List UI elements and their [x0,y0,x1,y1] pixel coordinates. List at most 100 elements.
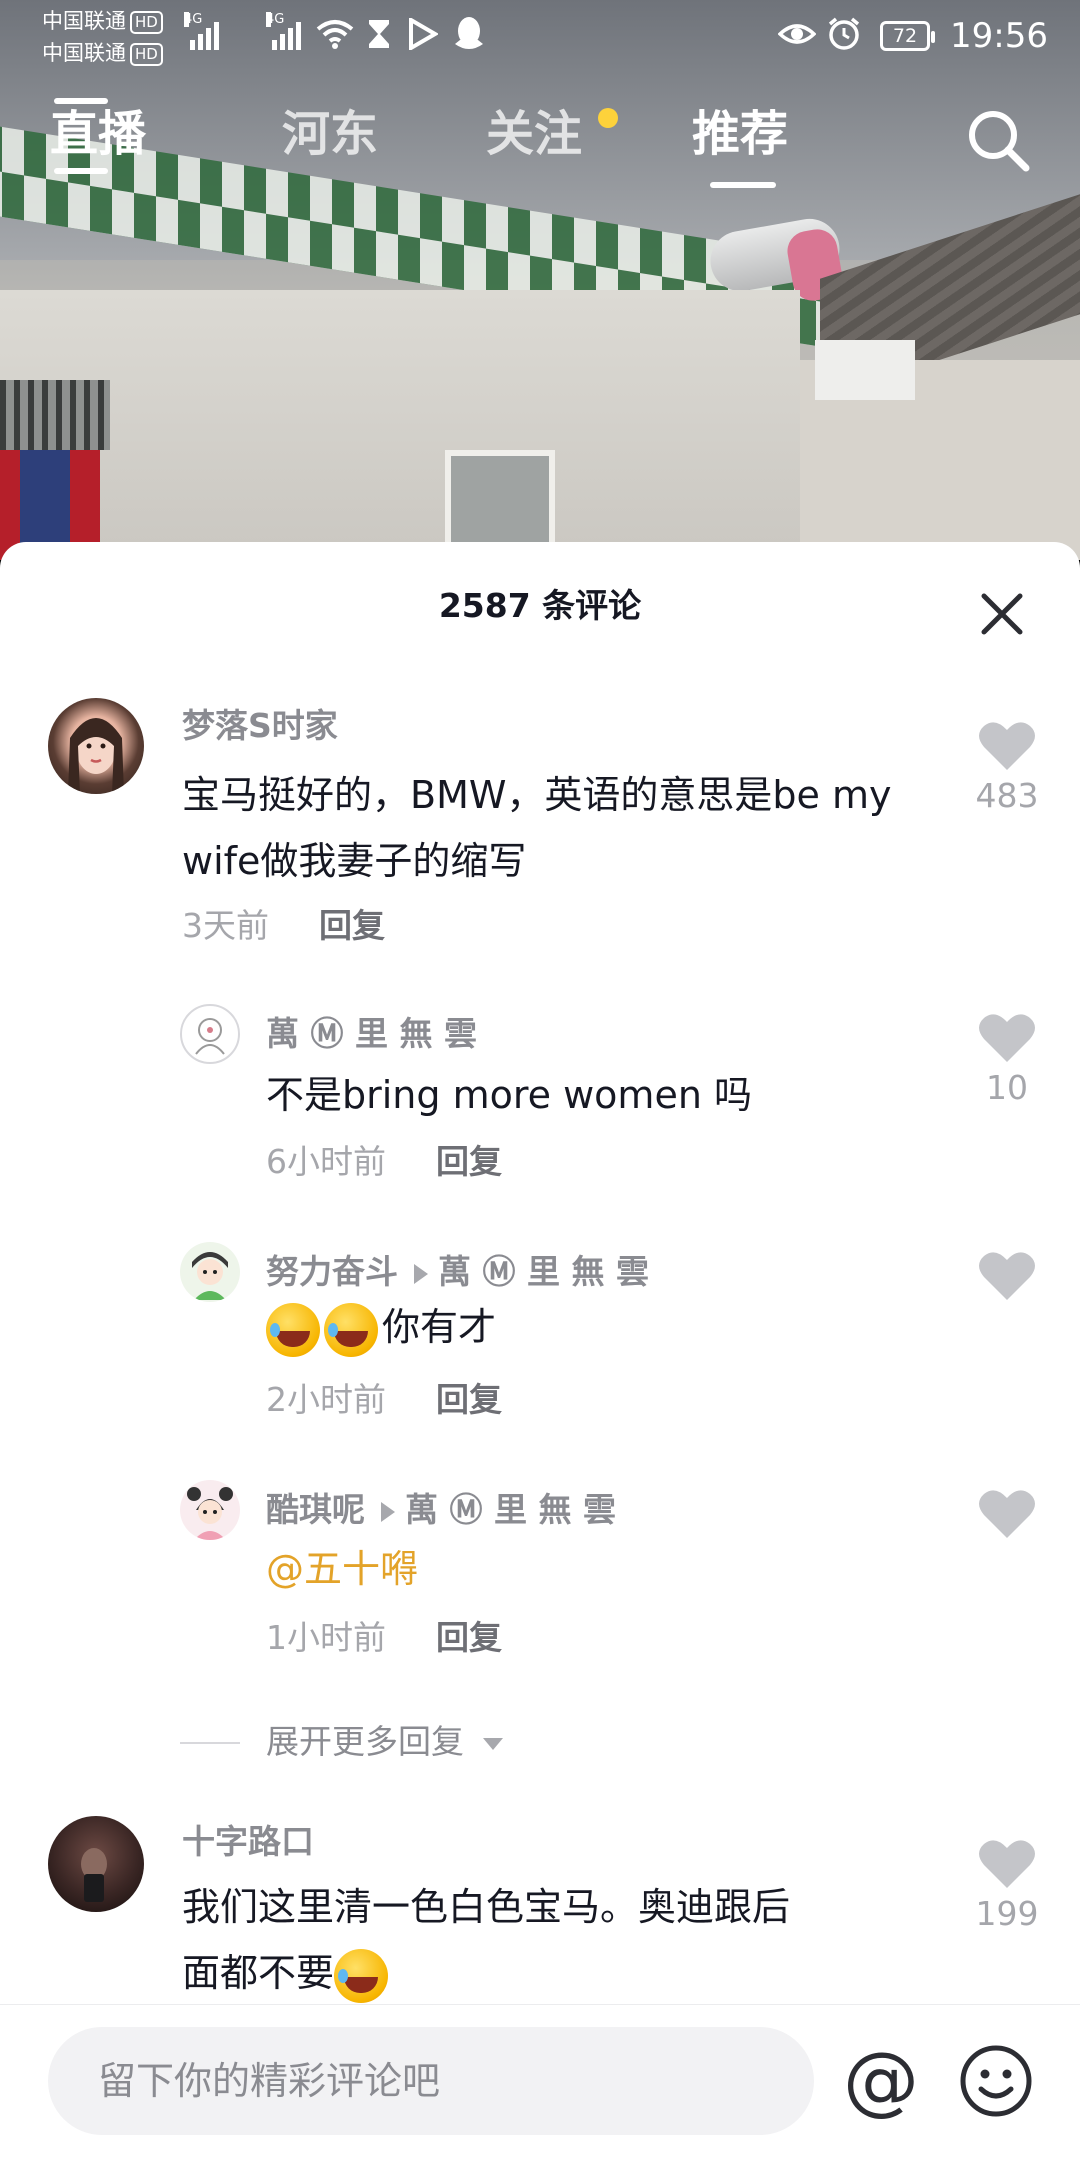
top-nav: 直播 河东 关注 推荐 [0,92,1080,202]
emoji-button[interactable] [956,2041,1036,2121]
expand-divider [180,1742,240,1744]
reply-username-line: 酷琪呢 萬 Ⓜ 里 無 雲 [266,1488,616,1532]
like-button[interactable] [962,1250,1052,1302]
tab-recommended[interactable]: 推荐 [692,102,788,166]
reply-username[interactable]: 努力奋斗 [266,1252,398,1291]
reply-text-line: 你有才 [266,1294,926,1360]
signal-icon-2: 4G [266,12,301,50]
status-bar: 中国联通 HD 中国联通 HD 4G 4G 72 19:56 [0,0,1080,72]
expand-more-replies[interactable]: 展开更多回复 [266,1720,505,1764]
heart-icon [979,1014,1035,1062]
avatar-portrait [68,718,124,794]
reply-text: 不是bring more women 吗 [266,1073,752,1117]
like-count: 483 [975,776,1039,815]
heart-icon [979,722,1035,770]
laugh-cry-emoji-icon [324,1302,378,1357]
video-window-left [0,380,110,450]
network-type-2: 4G [266,12,285,27]
avatar-cartoon-boy [192,1252,228,1300]
laugh-cry-emoji-icon [266,1302,320,1357]
reply-mention[interactable]: @五十嘚 [266,1536,926,1602]
wifi-icon [316,20,354,49]
like-count: 199 [975,1894,1039,1933]
reply-to-username[interactable]: 萬 Ⓜ 里 無 雲 [438,1252,649,1291]
hd-badge-2: HD [130,42,163,66]
avatar[interactable] [48,1816,144,1912]
heart-icon [979,1840,1035,1888]
reply-time: 1小时前 [266,1618,386,1657]
comment-text: 宝马挺好的，BMW，英语的意思是be my wife做我妻子的缩写 [182,773,892,883]
video-ac-unit [815,340,915,400]
search-button[interactable] [966,108,1030,172]
laugh-cry-emoji-icon [334,1948,389,2003]
carrier-2-label: 中国联通 [42,41,126,65]
comment-time: 3天前 [182,906,269,945]
video-window-mid [445,450,555,550]
comment-username[interactable]: 十字路口 [182,1820,314,1864]
comment-text-line-2: 面都不要 [182,1940,942,2006]
like-button[interactable]: 199 [962,1838,1052,1934]
avatar-cartoon-girl [187,1487,233,1540]
following-notification-dot [598,108,618,128]
tab-following[interactable]: 关注 [486,102,582,166]
avatar-photo [81,1848,107,1902]
carrier-1-label: 中国联通 [42,9,126,33]
comment-text-line-1: 我们这里清一色白色宝马。奥迪跟后 [182,1885,791,1929]
comment-count-title: 2587 条评论 [438,586,642,625]
close-icon [981,593,1023,635]
mention-button[interactable]: @ [838,2037,924,2123]
reply-button[interactable]: 回复 [436,1618,502,1657]
hourglass-icon [369,20,389,48]
like-button[interactable] [962,1488,1052,1540]
like-count: 10 [986,1068,1028,1107]
reply-text: 你有才 [382,1305,497,1349]
chevron-down-icon [482,1737,503,1750]
comment-meta: 3天前 回复 [182,904,385,948]
eye-icon [778,24,816,44]
network-type-1: 4G [184,12,203,27]
reply-to-arrow-icon [381,1501,395,1522]
active-tab-underline [710,182,776,188]
reply-button[interactable]: 回复 [436,1142,502,1181]
avatar[interactable] [48,698,144,794]
reply-meta: 2小时前 回复 [266,1378,502,1422]
hd-badge-1: HD [130,10,163,34]
avatar-sketch [195,1018,225,1055]
like-button[interactable]: 483 [962,720,1052,816]
reply-button[interactable]: 回复 [436,1380,502,1419]
close-button[interactable] [978,590,1026,638]
smile-icon [960,2045,1032,2117]
expand-more-label: 展开更多回复 [266,1722,464,1761]
status-time: 19:56 [950,16,1048,56]
comment-text: 面都不要 [182,1951,335,1995]
reply-meta: 1小时前 回复 [266,1616,502,1660]
reply-username[interactable]: 萬 Ⓜ 里 無 雲 [266,1012,477,1056]
qq-icon [455,17,483,49]
avatar[interactable] [180,1480,240,1540]
reply-username[interactable]: 酷琪呢 [266,1490,365,1529]
carrier-1: 中国联通 HD [42,6,163,36]
reply-to-username[interactable]: 萬 Ⓜ 里 無 雲 [405,1490,616,1529]
heart-icon [979,1490,1035,1538]
reply-meta: 6小时前 回复 [266,1140,502,1184]
video-wall [0,290,800,560]
heart-icon [979,1252,1035,1300]
comment-username[interactable]: 梦落S时家 [182,704,338,748]
avatar[interactable] [180,1242,240,1302]
comment-sheet: 2587 条评论 梦落S时家 宝马挺好的，BMW，英语的意思是be my wif… [0,542,1080,2160]
search-icon [969,111,1030,172]
reply-button[interactable]: 回复 [319,906,385,945]
like-button[interactable]: 10 [962,1012,1052,1108]
play-store-icon [409,18,438,50]
video-background[interactable] [0,0,1080,560]
comment-input-bar: @ [0,2004,1080,2160]
avatar[interactable] [180,1004,240,1064]
reply-time: 6小时前 [266,1142,386,1181]
battery-indicator: 72 [880,21,935,51]
comment-input[interactable] [48,2027,814,2135]
signal-icon-1: 4G [184,12,219,50]
tab-live[interactable]: 直播 [50,98,146,174]
reply-to-arrow-icon [414,1263,428,1284]
tab-hedong[interactable]: 河东 [282,102,378,166]
alarm-icon [828,17,860,50]
